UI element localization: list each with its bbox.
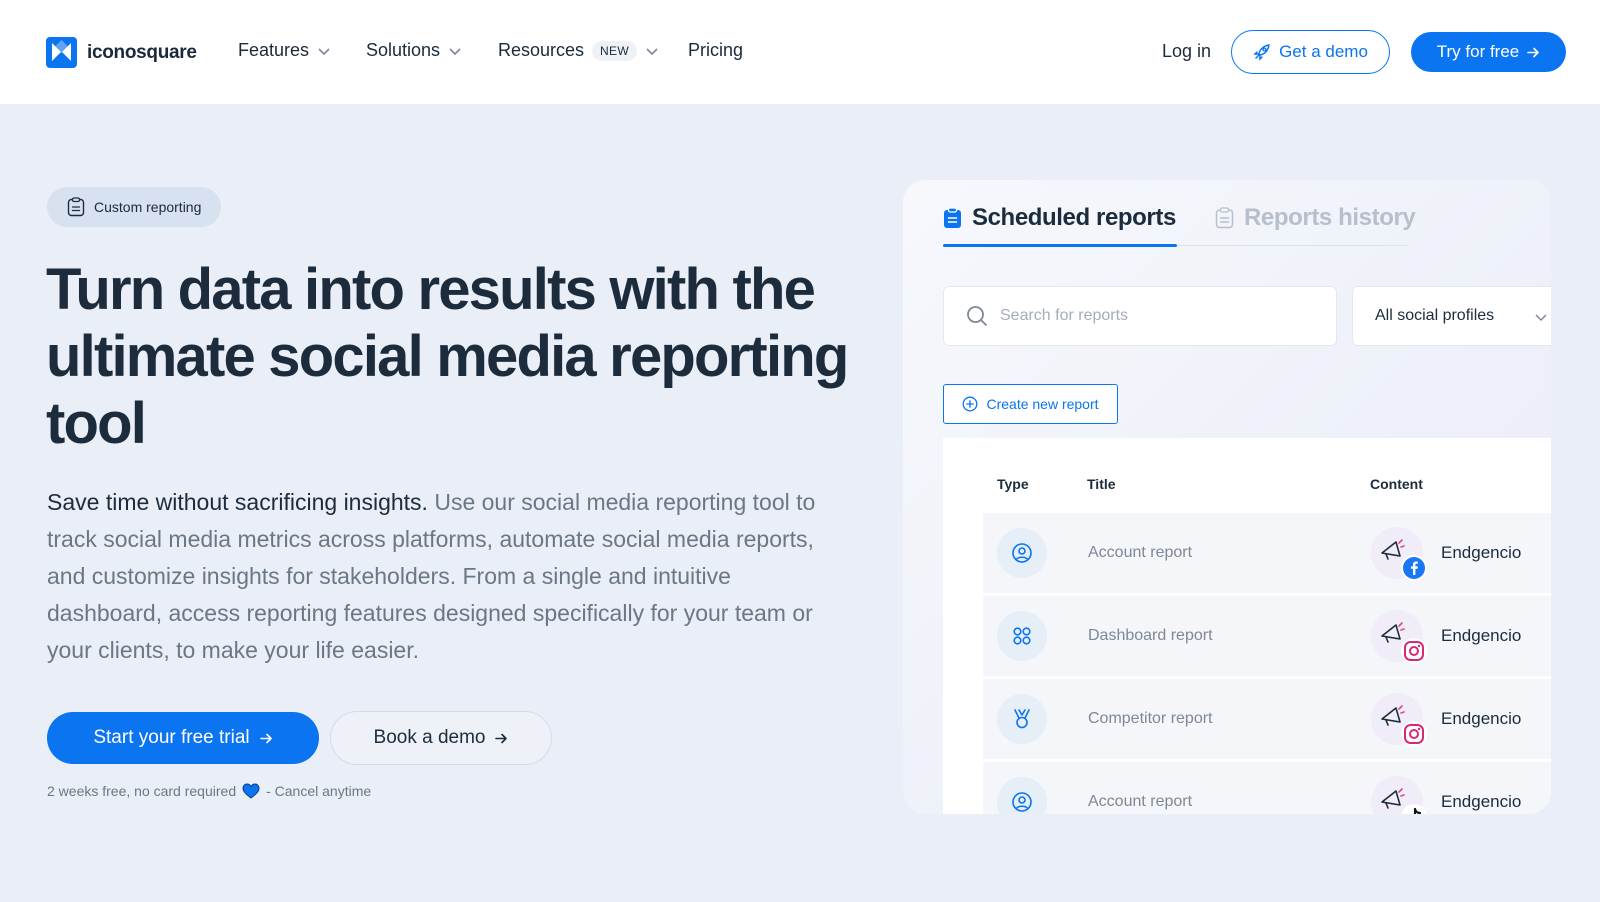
table-row[interactable]: Account report Endgencio (983, 762, 1551, 814)
search-icon (967, 306, 987, 326)
row-title: Account report (1088, 544, 1193, 561)
trial-note-after: - Cancel anytime (266, 783, 372, 799)
clipboard-icon (1215, 207, 1234, 229)
instagram-icon (1401, 638, 1427, 664)
book-demo-label: Book a demo (373, 727, 486, 748)
avatar (1371, 610, 1427, 664)
chip-label: Custom reporting (94, 199, 202, 215)
row-title: Dashboard report (1088, 627, 1213, 644)
trial-note: 2 weeks free, no card required - Cancel … (47, 783, 371, 799)
chevron-down-icon (1535, 314, 1547, 322)
reports-table: Type Title Content Account report Endgen… (943, 438, 1551, 814)
megaphone-icon (1381, 622, 1405, 643)
nav-resources-label: Resources (498, 40, 585, 60)
avatar (1371, 527, 1427, 581)
chevron-down-icon (318, 47, 330, 55)
facebook-icon (1401, 555, 1427, 581)
user-circle-icon (997, 528, 1047, 578)
row-content: Endgencio (1441, 543, 1522, 562)
custom-reporting-chip: Custom reporting (47, 187, 222, 227)
chevron-down-icon (646, 47, 658, 55)
heart-icon (242, 783, 260, 799)
table-row[interactable]: Competitor report Endgencio (983, 679, 1551, 759)
login-link[interactable]: Log in (1162, 41, 1211, 62)
try-free-label: Try for free (1436, 42, 1520, 61)
search-reports-input[interactable]: Search for reports (943, 286, 1337, 346)
megaphone-icon (1381, 705, 1405, 726)
nav-solutions[interactable]: Solutions (366, 40, 462, 61)
row-content: Endgencio (1441, 792, 1522, 811)
iconosquare-logo-icon (46, 37, 77, 68)
instagram-icon (1401, 721, 1427, 747)
top-nav: iconosquare Features Solutions Resources… (0, 0, 1600, 104)
book-demo-button[interactable]: Book a demo (330, 711, 552, 765)
nav-pricing-label: Pricing (688, 40, 744, 60)
row-content: Endgencio (1441, 709, 1522, 728)
social-profiles-select[interactable]: All social profiles (1352, 286, 1551, 346)
active-tab-indicator (943, 244, 1177, 247)
medal-icon (997, 694, 1047, 744)
reports-preview-panel: Scheduled reports Reports history Search… (903, 180, 1551, 814)
nav-resources[interactable]: Resources NEW (498, 40, 659, 61)
avatar (1371, 693, 1427, 747)
chevron-down-icon (449, 47, 461, 55)
row-content: Endgencio (1441, 626, 1522, 645)
search-placeholder: Search for reports (1000, 307, 1129, 324)
social-profiles-value: All social profiles (1375, 307, 1495, 324)
arrow-right-icon (259, 733, 272, 743)
clipboard-icon (67, 197, 85, 217)
avatar (1371, 776, 1427, 814)
tab-divider (1177, 245, 1409, 246)
new-badge: NEW (592, 40, 637, 61)
brand-name: iconosquare (87, 41, 197, 63)
column-header-content: Content (1370, 476, 1423, 492)
hero-description-rest: Use our social media reporting tool to t… (47, 489, 816, 663)
table-row[interactable]: Account report Endgencio (983, 513, 1551, 593)
column-header-title: Title (1087, 476, 1116, 492)
row-title: Account report (1088, 793, 1193, 810)
hero-section: Custom reporting Turn data into results … (0, 104, 1600, 902)
grid-icon (997, 611, 1047, 661)
brand-logo[interactable]: iconosquare (46, 37, 197, 68)
arrow-right-icon (495, 733, 508, 743)
nav-features[interactable]: Features (238, 40, 331, 61)
megaphone-icon (1381, 788, 1405, 809)
nav-solutions-label: Solutions (366, 40, 441, 60)
tab-scheduled-label: Scheduled reports (972, 204, 1176, 231)
rocket-icon (1253, 44, 1270, 61)
nav-pricing[interactable]: Pricing (688, 40, 743, 61)
column-header-type: Type (997, 476, 1029, 492)
start-free-trial-button[interactable]: Start your free trial (47, 712, 319, 764)
tab-scheduled-reports[interactable]: Scheduled reports (943, 204, 1176, 232)
get-demo-label: Get a demo (1279, 42, 1368, 61)
nav-features-label: Features (238, 40, 310, 60)
row-title: Competitor report (1088, 710, 1213, 727)
hero-headline: Turn data into results with the ultimate… (46, 257, 849, 456)
arrow-right-icon (1527, 47, 1540, 57)
plus-circle-icon (963, 396, 978, 412)
create-new-report-label: Create new report (986, 396, 1099, 412)
create-new-report-button[interactable]: Create new report (943, 384, 1118, 424)
table-row[interactable]: Dashboard report Endgencio (983, 596, 1551, 676)
tab-history-label: Reports history (1244, 204, 1416, 231)
hero-description: Save time without sacrificing insights. … (47, 484, 847, 669)
start-free-trial-label: Start your free trial (93, 727, 250, 748)
user-circle-icon (997, 777, 1047, 814)
trial-note-before: 2 weeks free, no card required (47, 783, 237, 799)
tab-reports-history[interactable]: Reports history (1215, 204, 1416, 232)
try-free-button[interactable]: Try for free (1411, 32, 1566, 72)
hero-description-strong: Save time without sacrificing insights. (47, 489, 428, 515)
clipboard-filled-icon (944, 207, 961, 228)
get-demo-button[interactable]: Get a demo (1231, 30, 1390, 74)
